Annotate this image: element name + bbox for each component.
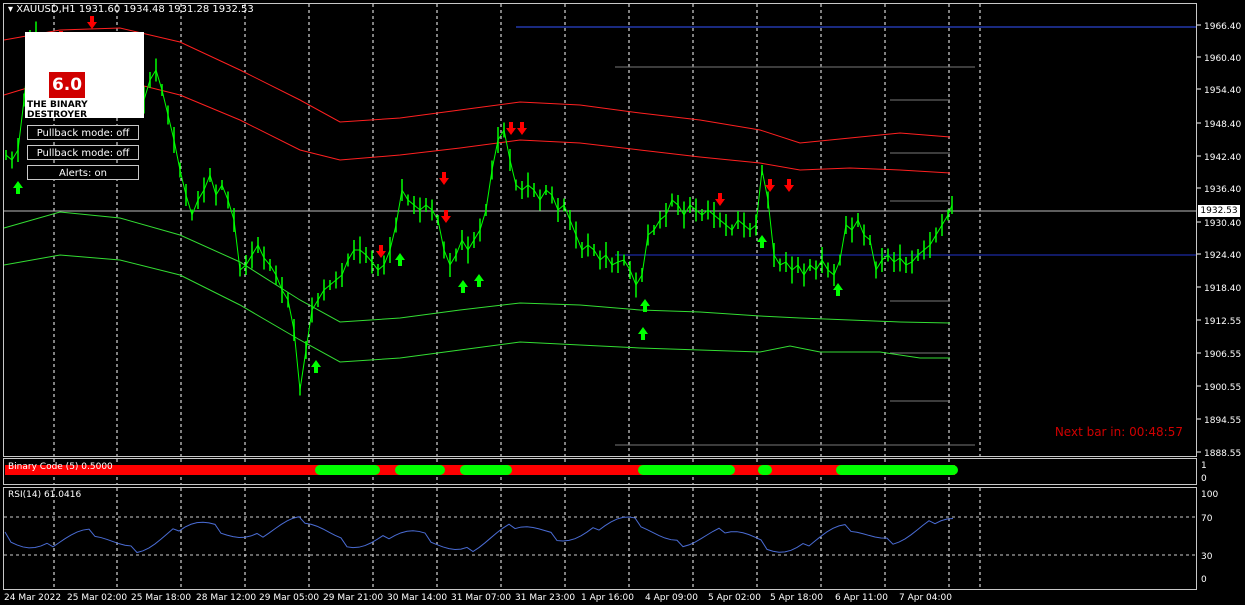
time-axis-label: 29 Mar 05:00 [259,593,319,603]
logo-version: 6.0 [49,72,85,98]
binary-destroyer-logo: 6.0 THE BINARY DESTROYER [25,32,144,118]
buy-arrow-icon [458,280,468,293]
price-axis-label: 1900.55 [1204,383,1241,393]
time-axis-label: 25 Mar 02:00 [67,593,127,603]
buy-arrow-icon [474,274,484,287]
price-axis-label: 1930.40 [1204,219,1241,229]
time-axis-label: 24 Mar 2022 [4,593,61,603]
sell-arrow-icon [87,16,97,29]
rsi-axis-label: 0 [1201,575,1207,585]
time-axis-label: 31 Mar 23:00 [515,593,575,603]
time-axis-label: 4 Apr 09:00 [645,593,698,603]
time-axis-label: 1 Apr 16:00 [581,593,634,603]
pullback-mode-button-2[interactable]: Pullback mode: off [27,145,139,160]
price-axis-label: 1966.40 [1204,22,1241,32]
sell-arrow-icon [784,179,794,192]
sell-arrow-icon [439,172,449,185]
buy-arrow-icon [757,235,767,248]
price-axis-label: 1924.40 [1204,251,1241,261]
buy-arrow-icon [395,253,405,266]
time-axis-label: 7 Apr 04:00 [899,593,952,603]
price-axis-label: 1894.55 [1204,416,1241,426]
sell-arrow-icon [517,122,527,135]
time-axis-label: 30 Mar 14:00 [387,593,447,603]
rsi-label: RSI(14) 61.0416 [8,490,82,500]
price-axis-label: 1906.55 [1204,350,1241,360]
time-axis-label: 5 Apr 02:00 [708,593,761,603]
upper-red-band [3,27,951,144]
binary-code-label: Binary Code (5) 0.5000 [8,462,113,472]
price-axis-label: 1918.40 [1204,284,1241,294]
buy-arrow-icon [638,327,648,340]
current-price-tag: 1932.53 [1198,205,1240,217]
price-axis-label: 1954.40 [1204,86,1241,96]
indicator-axis-label: 0 [1201,474,1207,484]
rsi-line [4,516,954,554]
symbol-info: ▾ XAUUSD,H1 1931.60 1934.48 1931.28 1932… [8,4,254,15]
rsi-axis-label: 70 [1201,514,1213,524]
alerts-button[interactable]: Alerts: on [27,165,139,180]
buy-arrow-icon [13,181,23,194]
sell-arrow-icon [441,210,451,223]
price-axis-label: 1912.55 [1204,317,1241,327]
pullback-mode-button-1[interactable]: Pullback mode: off [27,125,139,140]
time-axis-label: 5 Apr 18:00 [770,593,823,603]
price-axis-label: 1960.40 [1204,54,1241,64]
dropdown-triangle-icon[interactable]: ▾ [8,4,13,15]
time-axis-label: 29 Mar 21:00 [323,593,383,603]
symbol-info-text: XAUUSD,H1 1931.60 1934.48 1931.28 1932.5… [16,4,254,15]
time-axis-label: 28 Mar 12:00 [196,593,256,603]
rsi-axis-label: 30 [1201,552,1213,562]
binary-code-bull-segment [638,465,735,475]
indicator-axis-label: 1 [1201,461,1207,471]
time-axis-label: 6 Apr 11:00 [835,593,888,603]
time-axis-label: 31 Mar 07:00 [451,593,511,603]
price-axis-label: 1936.40 [1204,185,1241,195]
binary-code-bull-segment [836,465,958,475]
sell-arrow-icon [506,122,516,135]
logo-title: THE BINARY DESTROYER [27,100,88,118]
next-bar-timer: Next bar in: 00:48:57 [1054,425,1183,439]
buy-arrow-icon [311,360,321,373]
binary-code-bull-segment [315,465,380,475]
price-axis-label: 1942.40 [1204,153,1241,163]
binary-code-bull-segment [460,465,512,475]
rsi-axis-label: 100 [1201,490,1218,500]
price-series [5,34,953,391]
price-axis-label: 1948.40 [1204,120,1241,130]
binary-code-bull-segment [758,465,772,475]
price-axis-label: 1888.55 [1204,449,1241,459]
binary-code-bull-segment [395,465,445,475]
sell-arrow-icon [715,193,725,206]
time-axis-label: 25 Mar 18:00 [131,593,191,603]
chart-canvas: 1966.40 1960.40 1954.40 1948.40 1942.40 1936.… [3,4,1241,603]
